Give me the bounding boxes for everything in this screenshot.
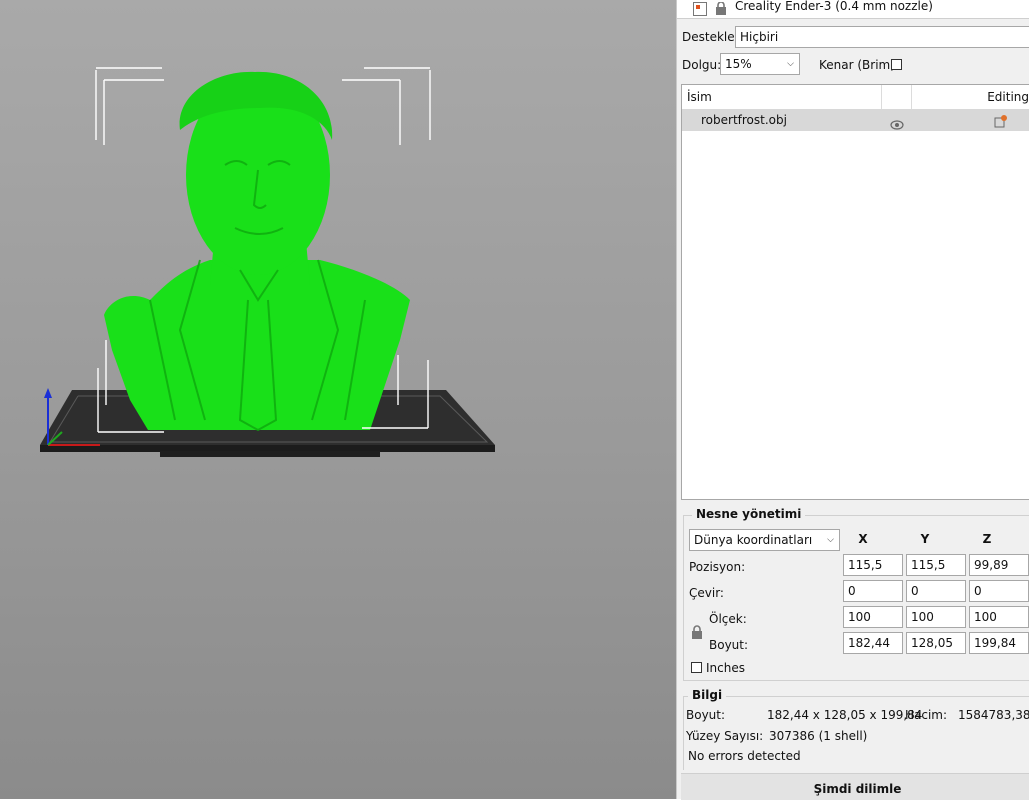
- z-axis-arrow: [44, 388, 52, 398]
- print-bed-edge: [40, 445, 495, 452]
- info-volume-value: 1584783,38: [958, 708, 1029, 722]
- scene: [40, 67, 495, 457]
- inches-checkbox[interactable]: [691, 662, 702, 673]
- position-y-input[interactable]: 115,5: [906, 554, 966, 576]
- position-x-input[interactable]: 115,5: [843, 554, 903, 576]
- printer-selector[interactable]: Creality Ender-3 (0.4 mm nozzle): [677, 0, 1029, 19]
- brim-label: Kenar (Brim):: [819, 58, 899, 72]
- brim-checkbox[interactable]: [891, 59, 902, 70]
- position-label: Pozisyon:: [689, 560, 746, 574]
- coordinate-system-value: Dünya koordinatları: [694, 533, 813, 547]
- print-bed-base: [160, 451, 380, 457]
- printer-settings-icon[interactable]: [693, 2, 707, 16]
- infill-label: Dolgu:: [682, 58, 722, 72]
- size-label: Boyut:: [709, 638, 749, 652]
- supports-value: Hiçbiri: [740, 30, 779, 44]
- list-item[interactable]: robertfrost.obj: [682, 109, 1029, 131]
- edit-icon[interactable]: [994, 113, 1008, 135]
- supports-combo[interactable]: Hiçbiri: [735, 26, 1029, 48]
- info-facets-label: Yüzey Sayısı:: [686, 729, 764, 743]
- rotate-label: Çevir:: [689, 586, 724, 600]
- scale-y-input[interactable]: 100: [906, 606, 966, 628]
- col-editing[interactable]: Editing: [912, 85, 1029, 109]
- object-list[interactable]: İsim Editing robertfrost.obj: [681, 84, 1029, 500]
- rotate-y-input[interactable]: 0: [906, 580, 966, 602]
- size-z-input[interactable]: 199,84: [969, 632, 1029, 654]
- object-name: robertfrost.obj: [701, 113, 787, 127]
- position-z-input[interactable]: 99,89: [969, 554, 1029, 576]
- size-x-input[interactable]: 182,44: [843, 632, 903, 654]
- uniform-scale-lock-icon[interactable]: [691, 625, 703, 642]
- axis-y-label: Y: [920, 532, 930, 546]
- chevron-down-icon: ⌵: [787, 59, 794, 69]
- info-facets-value: 307386 (1 shell): [769, 729, 868, 743]
- inches-label: Inches: [706, 661, 745, 675]
- info-title: Bilgi: [688, 688, 727, 702]
- object-manipulation-title: Nesne yönetimi: [692, 507, 806, 521]
- size-y-input[interactable]: 128,05: [906, 632, 966, 654]
- eye-icon[interactable]: [890, 115, 904, 137]
- axis-x-label: X: [858, 532, 868, 546]
- infill-combo[interactable]: 15% ⌵: [720, 53, 800, 75]
- scale-x-input[interactable]: 100: [843, 606, 903, 628]
- col-visibility[interactable]: [882, 85, 912, 109]
- printer-name: Creality Ender-3 (0.4 mm nozzle): [735, 0, 933, 13]
- lock-icon[interactable]: [715, 1, 727, 15]
- infill-value: 15%: [725, 57, 752, 71]
- slice-now-button[interactable]: Şimdi dilimle: [681, 773, 1029, 800]
- rotate-x-input[interactable]: 0: [843, 580, 903, 602]
- 3d-viewport[interactable]: [0, 0, 676, 799]
- info-errors: No errors detected: [688, 749, 801, 763]
- rotate-z-input[interactable]: 0: [969, 580, 1029, 602]
- model-robertfrost: [104, 71, 410, 430]
- col-name[interactable]: İsim: [682, 85, 882, 109]
- scale-label: Ölçek:: [709, 612, 747, 626]
- sidebar: Creality Ender-3 (0.4 mm nozzle) Destekl…: [676, 0, 1029, 800]
- object-list-header: İsim Editing: [682, 85, 1029, 110]
- info-size-label: Boyut:: [686, 708, 726, 722]
- axis-z-label: Z: [982, 532, 992, 546]
- scale-z-input[interactable]: 100: [969, 606, 1029, 628]
- info-size-value: 182,44 x 128,05 x 199,84: [767, 708, 923, 722]
- coordinate-system-combo[interactable]: Dünya koordinatları ⌵: [689, 529, 840, 551]
- info-volume-label: Hacim:: [905, 708, 948, 722]
